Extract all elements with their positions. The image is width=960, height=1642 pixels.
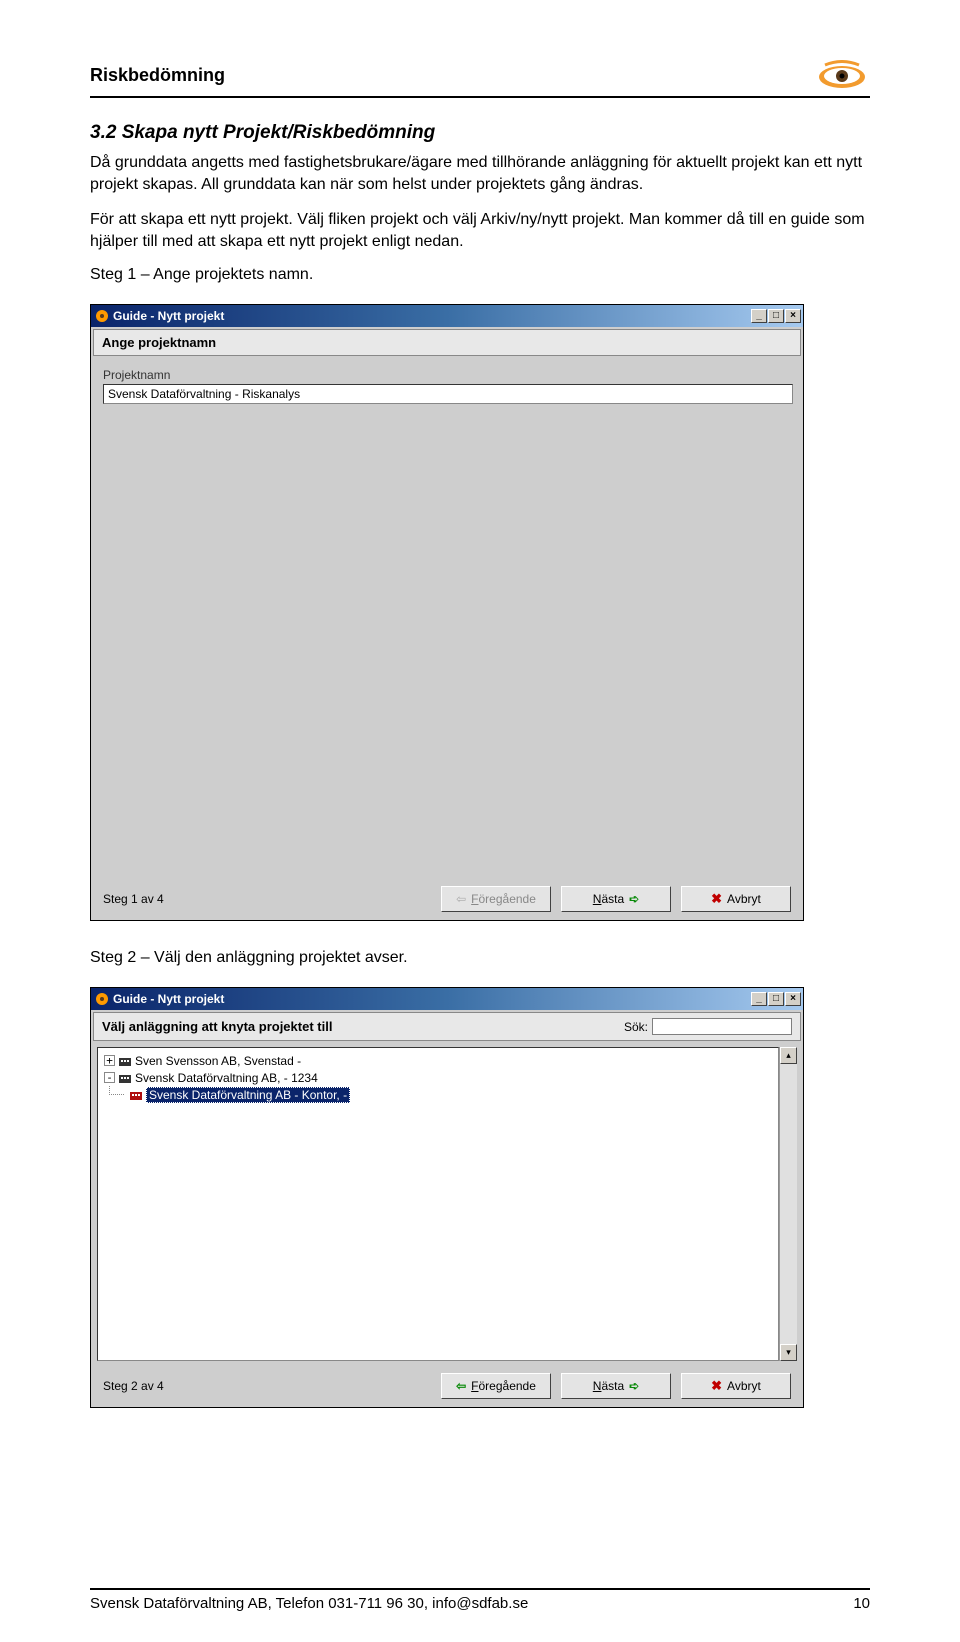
scroll-up-icon[interactable]: ▴: [780, 1047, 797, 1064]
arrow-left-icon: ⇦: [456, 1379, 466, 1393]
app-icon: [95, 992, 109, 1006]
tree-node-selected[interactable]: Svensk Dataförvaltning AB - Kontor, -: [104, 1086, 772, 1103]
building-red-icon: [129, 1089, 143, 1101]
header-title: Riskbedömning: [90, 65, 225, 86]
cancel-x-icon: ✖: [711, 1378, 722, 1394]
footer-text: Svensk Dataförvaltning AB, Telefon 031-7…: [90, 1595, 528, 1612]
prev-label: öregående: [479, 1379, 536, 1393]
page-number: 10: [853, 1595, 870, 1612]
cancel-label: Avbryt: [727, 892, 761, 906]
banner-text: Ange projektnamn: [102, 335, 216, 350]
dialog-title: Guide - Nytt projekt: [113, 992, 224, 1006]
page-header: Riskbedömning: [90, 60, 870, 98]
step-indicator: Steg 1 av 4: [103, 892, 431, 906]
next-button[interactable]: Nästa ➪: [561, 886, 671, 912]
tree-label: Sven Svensson AB, Svenstad -: [135, 1054, 301, 1068]
minimize-button[interactable]: _: [751, 309, 767, 323]
section-heading: 3.2 Skapa nytt Projekt/Riskbedömning: [90, 122, 870, 144]
projektnamn-input[interactable]: [103, 384, 793, 404]
page-footer: Svensk Dataförvaltning AB, Telefon 031-7…: [90, 1588, 870, 1612]
maximize-button[interactable]: □: [768, 309, 784, 323]
dialog-banner: Ange projektnamn: [93, 329, 801, 356]
close-button[interactable]: ×: [785, 992, 801, 1006]
cancel-x-icon: ✖: [711, 891, 722, 907]
app-icon: [95, 309, 109, 323]
minimize-button[interactable]: _: [751, 992, 767, 1006]
tree-node[interactable]: - Svensk Dataförvaltning AB, - 1234: [104, 1069, 772, 1086]
arrow-right-icon: ➪: [629, 1379, 639, 1393]
banner-text: Välj anläggning att knyta projektet till: [102, 1019, 332, 1034]
cancel-button[interactable]: ✖ Avbryt: [681, 1373, 791, 1399]
search-input[interactable]: [652, 1018, 792, 1035]
paragraph-2: För att skapa ett nytt projekt. Välj fli…: [90, 209, 870, 252]
arrow-left-icon: ⇦: [456, 892, 466, 906]
step-indicator: Steg 2 av 4: [103, 1379, 431, 1393]
search-label: Sök:: [624, 1020, 648, 1034]
scrollbar-vertical[interactable]: ▴ ▾: [779, 1047, 797, 1361]
next-button[interactable]: Nästa ➪: [561, 1373, 671, 1399]
next-label: ästa: [601, 1379, 624, 1393]
maximize-button[interactable]: □: [768, 992, 784, 1006]
scroll-down-icon[interactable]: ▾: [780, 1344, 797, 1361]
prev-label: öregående: [479, 892, 536, 906]
step-1-label: Steg 1 – Ange projektets namn.: [90, 266, 870, 284]
previous-button: ⇦ Föregående: [441, 886, 551, 912]
dialog-banner: Välj anläggning att knyta projektet till…: [93, 1012, 801, 1041]
tree-view[interactable]: + Sven Svensson AB, Svenstad - - Svensk …: [97, 1047, 779, 1361]
titlebar[interactable]: Guide - Nytt projekt _ □ ×: [91, 305, 803, 327]
collapse-icon[interactable]: -: [104, 1072, 115, 1083]
dialog-guide-step1: Guide - Nytt projekt _ □ × Ange projektn…: [90, 304, 804, 921]
close-button[interactable]: ×: [785, 309, 801, 323]
expand-icon[interactable]: +: [104, 1055, 115, 1066]
eye-logo-icon: [815, 60, 870, 90]
tree-label-selected: Svensk Dataförvaltning AB - Kontor, -: [146, 1087, 350, 1103]
cancel-label: Avbryt: [727, 1379, 761, 1393]
building-icon: [118, 1072, 132, 1084]
tree-label: Svensk Dataförvaltning AB, - 1234: [135, 1071, 318, 1085]
field-label-projektnamn: Projektnamn: [103, 368, 791, 382]
previous-button[interactable]: ⇦ Föregående: [441, 1373, 551, 1399]
cancel-button[interactable]: ✖ Avbryt: [681, 886, 791, 912]
tree-node[interactable]: + Sven Svensson AB, Svenstad -: [104, 1052, 772, 1069]
next-label: ästa: [601, 892, 624, 906]
arrow-right-icon: ➪: [629, 892, 639, 906]
paragraph-1: Då grunddata angetts med fastighetsbruka…: [90, 152, 870, 195]
dialog-guide-step2: Guide - Nytt projekt _ □ × Välj anläggni…: [90, 987, 804, 1408]
building-icon: [118, 1055, 132, 1067]
titlebar[interactable]: Guide - Nytt projekt _ □ ×: [91, 988, 803, 1010]
dialog-title: Guide - Nytt projekt: [113, 309, 224, 323]
step-2-label: Steg 2 – Välj den anläggning projektet a…: [90, 949, 870, 967]
